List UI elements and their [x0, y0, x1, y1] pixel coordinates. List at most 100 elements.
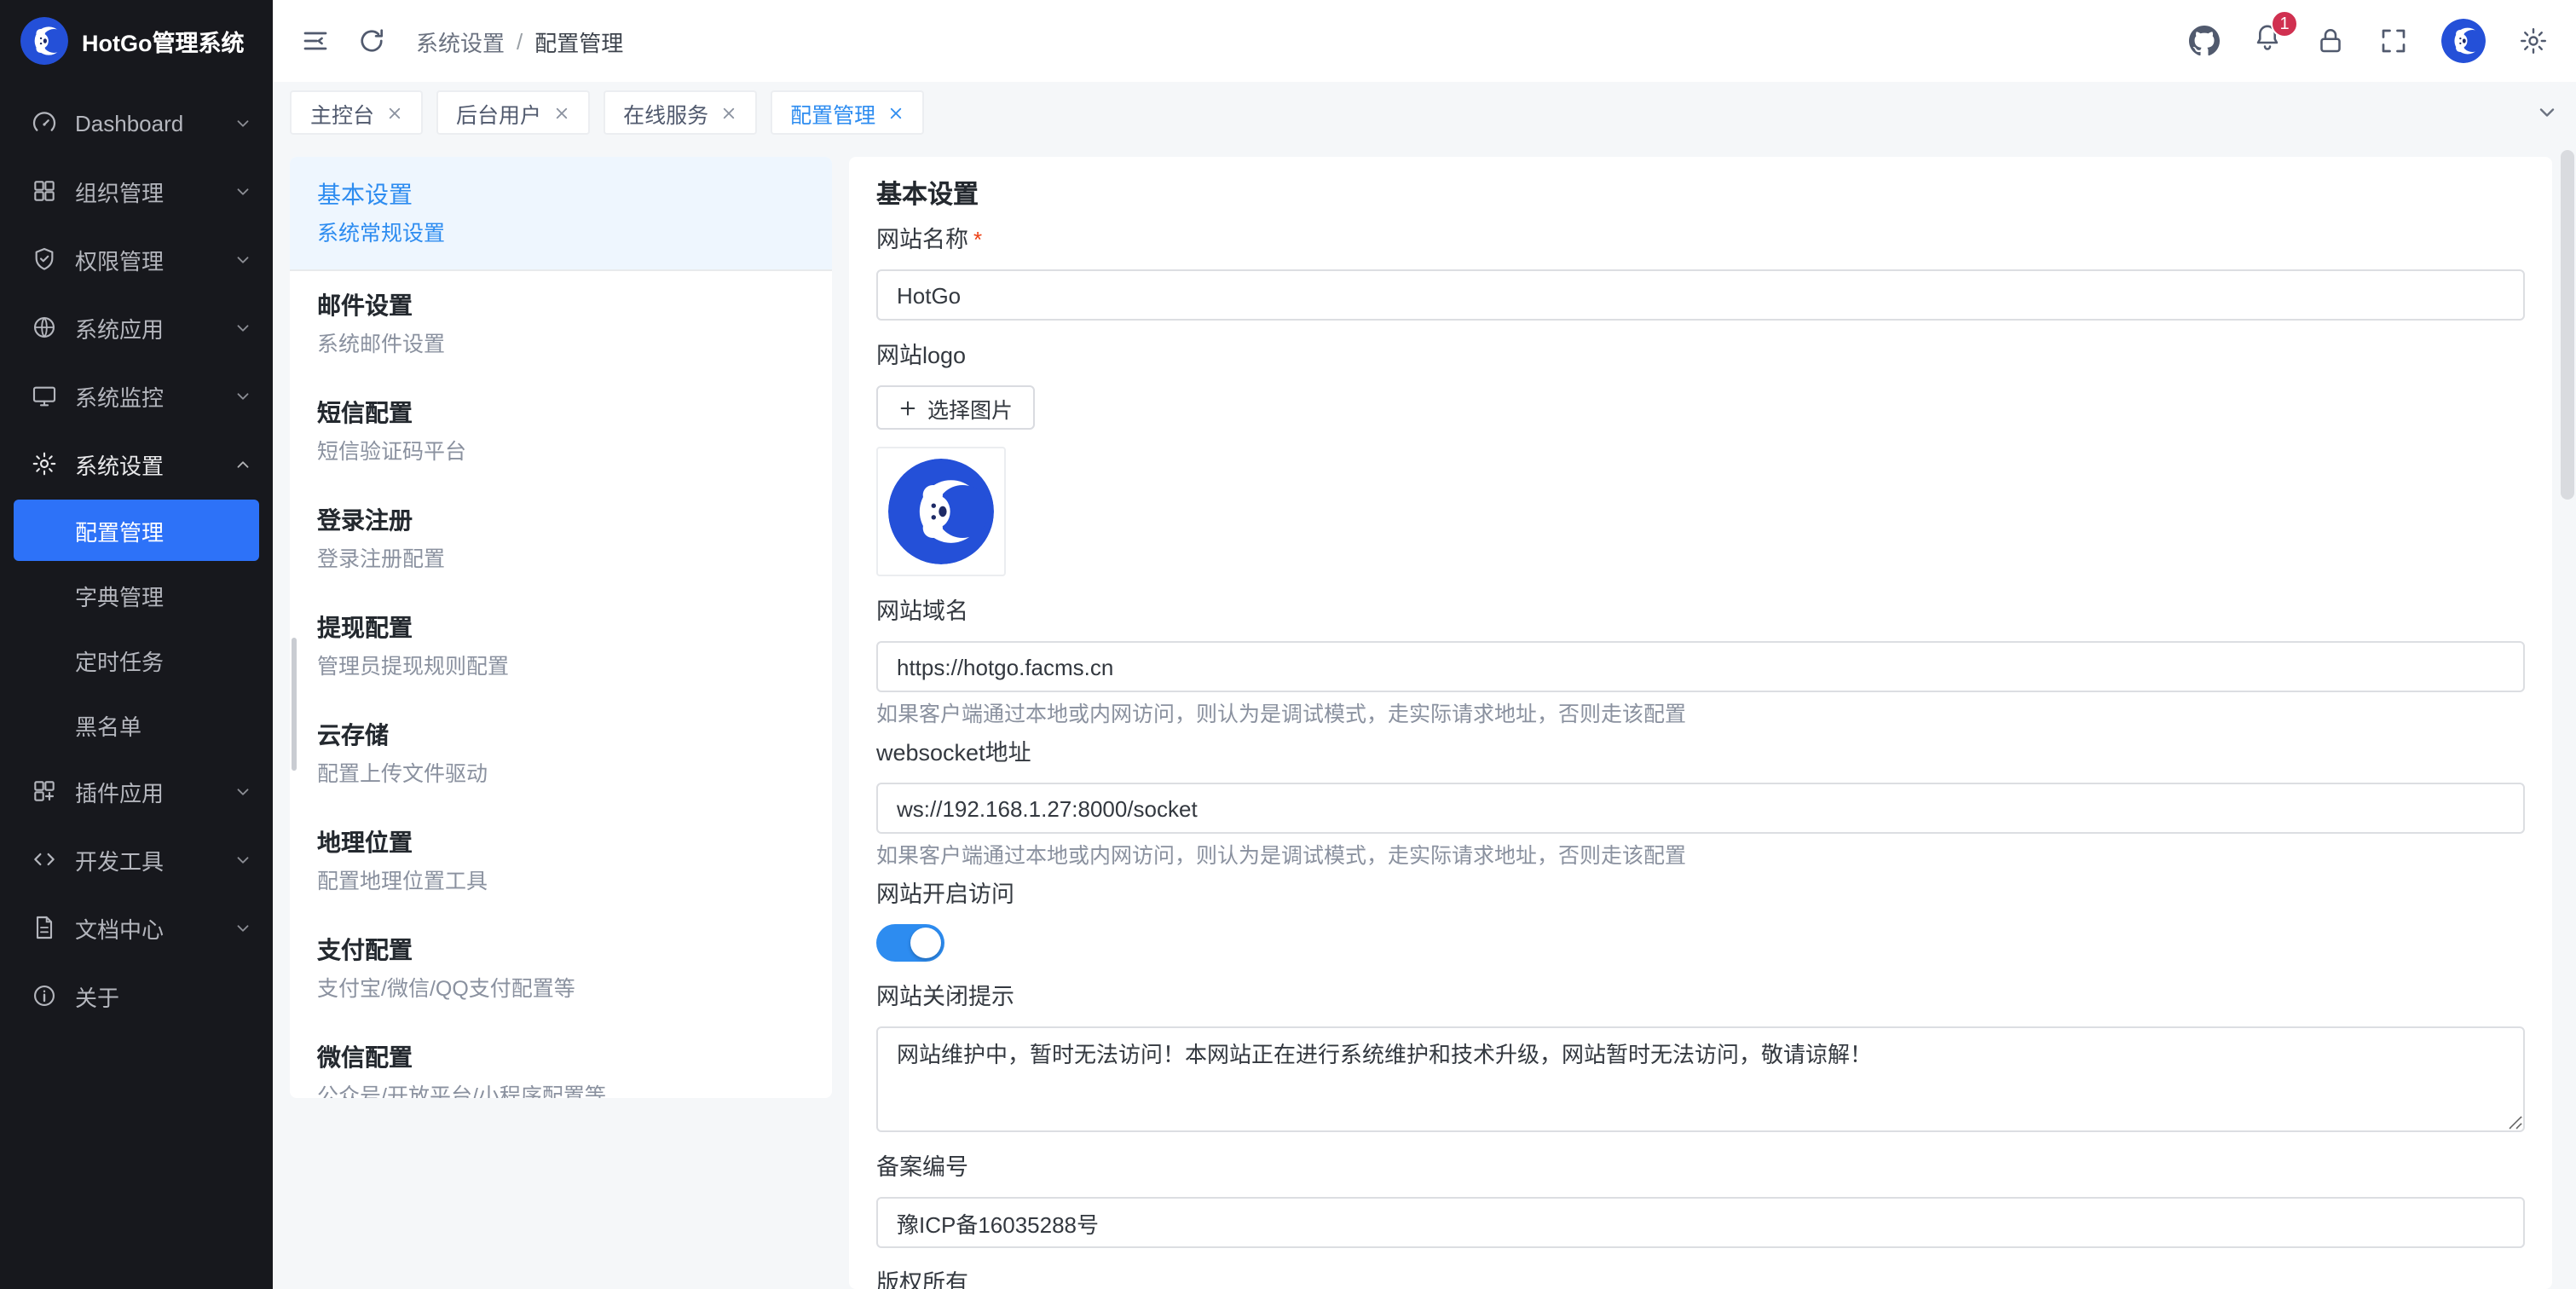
sidebar-subitem-dictionary[interactable]: 字典管理 [0, 563, 273, 627]
tab-bar: 主控台 后台用户 在线服务 配置管理 [273, 82, 2576, 143]
sidebar-item-label: 文档中心 [75, 911, 217, 944]
settings-nav-title: 短信配置 [317, 397, 805, 428]
settings-nav-geolocation[interactable]: 地理位置 配置地理位置工具 [290, 808, 832, 916]
label-text: websocket地址 [876, 738, 1031, 769]
code-icon [31, 846, 58, 873]
settings-nav-subtitle: 支付宝/微信/QQ支付配置等 [317, 975, 805, 1003]
gear-icon [31, 450, 58, 477]
settings-nav-title: 地理位置 [317, 827, 805, 858]
settings-nav-title: 邮件设置 [317, 290, 805, 321]
dashboard-icon [31, 109, 58, 136]
app-logo-row[interactable]: HotGo管理系统 [0, 0, 273, 82]
settings-nav-payment[interactable]: 支付配置 支付宝/微信/QQ支付配置等 [290, 916, 832, 1023]
settings-nav-subtitle: 配置上传文件驱动 [317, 760, 805, 788]
choose-image-label: 选择图片 [927, 391, 1013, 424]
close-icon[interactable] [553, 105, 569, 120]
notifications-button[interactable]: 1 [2252, 21, 2283, 61]
site-name-input[interactable] [876, 269, 2525, 321]
tab-config-management[interactable]: 配置管理 [770, 90, 923, 135]
settings-nav-cloud-storage[interactable]: 云存储 配置上传文件驱动 [290, 701, 832, 808]
label-text: 网站名称 [876, 225, 968, 256]
label-text: 备案编号 [876, 1153, 968, 1183]
tab-label: 主控台 [310, 96, 374, 129]
settings-nav-title: 登录注册 [317, 505, 805, 535]
sidebar-item-docs[interactable]: 文档中心 [0, 893, 273, 962]
avatar[interactable] [2441, 19, 2486, 63]
site-domain-input[interactable] [876, 641, 2525, 692]
settings-nav-subtitle: 短信验证码平台 [317, 438, 805, 465]
plus-icon [898, 398, 917, 417]
sidebar-item-system-monitor[interactable]: 系统监控 [0, 361, 273, 430]
sidebar-item-system-apps[interactable]: 系统应用 [0, 293, 273, 361]
sidebar-item-organization[interactable]: 组织管理 [0, 157, 273, 225]
site-logo-label: 网站logo [876, 341, 2525, 372]
sidebar-item-label: 系统设置 [75, 448, 217, 480]
app-title: HotGo管理系统 [82, 24, 245, 58]
sidebar-item-system-settings[interactable]: 系统设置 [0, 430, 273, 498]
settings-nav-subtitle: 管理员提现规则配置 [317, 653, 805, 680]
label-text: 网站logo [876, 341, 966, 372]
sidebar-menu: Dashboard 组织管理 权限管理 系统应用 系统监控 [0, 82, 273, 1289]
menu-fold-icon[interactable] [300, 26, 331, 56]
settings-gear-icon[interactable] [2518, 26, 2549, 56]
close-icon[interactable] [386, 105, 401, 120]
plugin-icon [31, 777, 58, 805]
label-text: 版权所有 [876, 1269, 968, 1289]
sidebar-item-about[interactable]: 关于 [0, 962, 273, 1030]
chevron-down-icon [234, 318, 252, 337]
settings-nav-sms[interactable]: 短信配置 短信验证码平台 [290, 379, 832, 486]
refresh-icon[interactable] [356, 26, 387, 56]
lock-icon[interactable] [2315, 26, 2346, 56]
settings-nav-subtitle: 登录注册配置 [317, 546, 805, 573]
settings-nav-title: 支付配置 [317, 934, 805, 965]
settings-nav-email[interactable]: 邮件设置 系统邮件设置 [290, 271, 832, 379]
shield-icon [31, 246, 58, 273]
settings-nav-login-register[interactable]: 登录注册 登录注册配置 [290, 486, 832, 593]
sidebar-item-permissions[interactable]: 权限管理 [0, 225, 273, 293]
tab-options-chevron-icon[interactable] [2535, 101, 2559, 124]
settings-nav-withdraw[interactable]: 提现配置 管理员提现规则配置 [290, 593, 832, 701]
close-tip-textarea[interactable]: 网站维护中，暂时无法访问！本网站正在进行系统维护和技术升级，网站暂时无法访问，敬… [876, 1026, 2525, 1132]
page-scrollbar-thumb[interactable] [2561, 150, 2574, 500]
icp-input[interactable] [876, 1197, 2525, 1248]
settings-nav-subtitle: 系统常规设置 [317, 220, 805, 247]
globe-icon [31, 314, 58, 341]
close-icon[interactable] [720, 105, 736, 120]
close-icon[interactable] [887, 105, 903, 120]
settings-nav-basic[interactable]: 基本设置 系统常规设置 [290, 157, 832, 271]
breadcrumb-parent[interactable]: 系统设置 [416, 25, 505, 57]
sidebar-item-dashboard[interactable]: Dashboard [0, 89, 273, 157]
sidebar-subitem-cron-tasks[interactable]: 定时任务 [0, 627, 273, 692]
tab-console[interactable]: 主控台 [290, 90, 422, 135]
sidebar-item-label: 权限管理 [75, 243, 217, 275]
sidebar-subitem-blacklist[interactable]: 黑名单 [0, 692, 273, 757]
header-actions: 1 [2189, 19, 2549, 63]
required-asterisk: * [973, 225, 982, 256]
settings-nav-title: 云存储 [317, 720, 805, 750]
tab-online-service[interactable]: 在线服务 [603, 90, 756, 135]
sidebar-item-plugins[interactable]: 插件应用 [0, 757, 273, 825]
sidebar-item-label: Dashboard [75, 110, 217, 136]
sidebar-item-label: 系统监控 [75, 379, 217, 412]
site-open-toggle[interactable] [876, 924, 944, 962]
chevron-down-icon [234, 386, 252, 405]
sidebar-subitem-label: 黑名单 [75, 708, 142, 741]
websocket-input[interactable] [876, 783, 2525, 834]
sidebar-subitem-config-management[interactable]: 配置管理 [14, 500, 259, 561]
site-logo-preview[interactable] [876, 447, 1006, 576]
tab-admin-users[interactable]: 后台用户 [436, 90, 589, 135]
sidebar-subitem-label: 定时任务 [75, 644, 164, 676]
chevron-up-icon [234, 454, 252, 473]
close-tip-label: 网站关闭提示 [876, 982, 2525, 1013]
tab-label: 配置管理 [790, 96, 875, 129]
settings-nav-card: 基本设置 系统常规设置 邮件设置 系统邮件设置 短信配置 短信验证码平台 登录注… [290, 157, 832, 1098]
github-icon[interactable] [2189, 26, 2220, 56]
sidebar-item-label: 组织管理 [75, 175, 217, 207]
tab-label: 在线服务 [623, 96, 708, 129]
choose-image-button[interactable]: 选择图片 [876, 385, 1035, 430]
fullscreen-icon[interactable] [2378, 26, 2409, 56]
settings-nav-wechat[interactable]: 微信配置 公众号/开放平台/小程序配置等 [290, 1023, 832, 1098]
sidebar-subitem-label: 配置管理 [75, 514, 164, 546]
sidebar-item-dev-tools[interactable]: 开发工具 [0, 825, 273, 893]
settings-nav-scrollbar[interactable] [292, 638, 297, 771]
